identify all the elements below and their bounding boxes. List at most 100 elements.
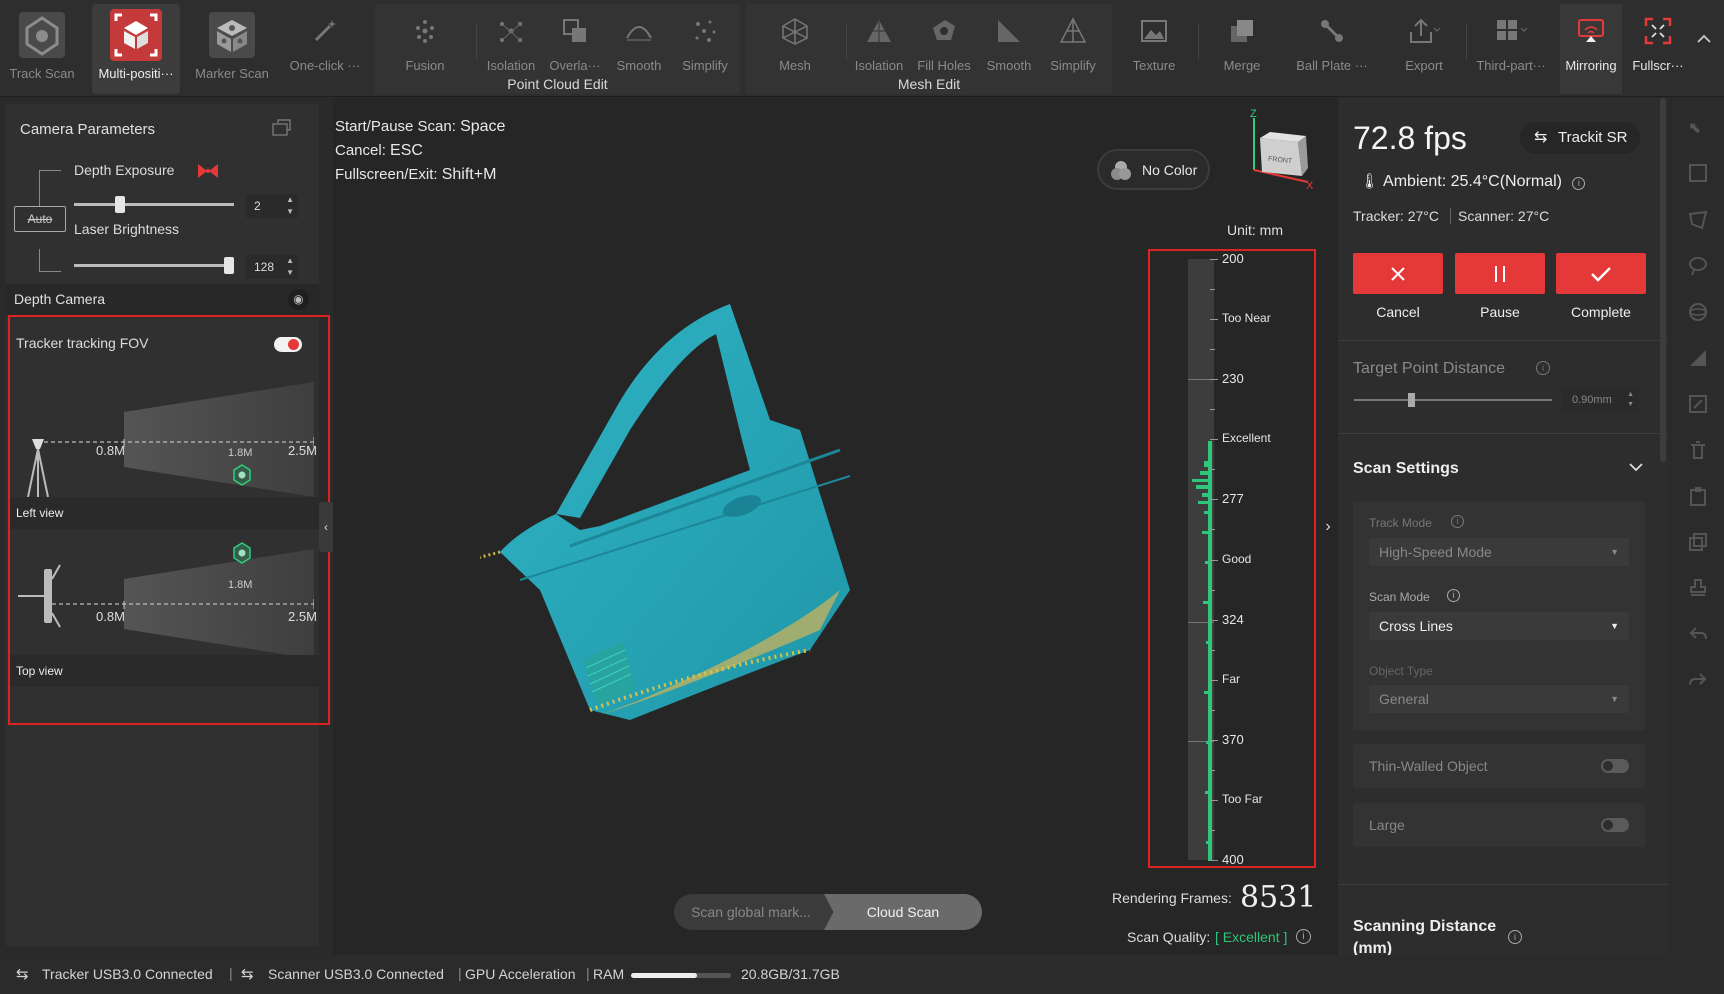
chevron-down-icon[interactable] <box>1628 460 1644 474</box>
distance-scale-tick <box>1210 739 1218 741</box>
ram-usage-bar <box>631 973 731 978</box>
collapse-toolbar-icon[interactable] <box>1696 30 1716 44</box>
scan-global-marker-tab[interactable]: Scan global mark... <box>674 894 828 930</box>
track-mode-select[interactable]: High-Speed Mode ▼ <box>1369 538 1629 566</box>
distance-scale-tick <box>1210 349 1215 351</box>
spin-arrows-icon[interactable]: ▲ ▼ <box>286 194 294 218</box>
sphere-select-icon[interactable] <box>1688 302 1708 322</box>
mesh-icon <box>769 4 821 58</box>
mesh-simplify-icon <box>1047 4 1099 58</box>
tracker-fov-toggle[interactable] <box>274 337 302 352</box>
distance-scale-tick <box>1210 589 1215 591</box>
bracket-line <box>39 170 61 171</box>
export-button[interactable]: Export <box>1396 4 1452 94</box>
fusion-icon <box>399 4 451 58</box>
multi-position-button[interactable]: Multi-positi··· <box>92 4 180 94</box>
plane-cut-icon[interactable] <box>1688 348 1708 368</box>
distance-mid-label: 1.8M <box>228 579 253 591</box>
isolation-icon <box>485 4 537 58</box>
cloud-scan-tab[interactable]: Cloud Scan <box>824 894 982 930</box>
distance-scale-label: Excellent <box>1222 431 1271 446</box>
scan-mode-switch: Scan global mark... Cloud Scan <box>674 894 982 930</box>
one-click-button[interactable]: One-click ··· <box>283 4 367 94</box>
depth-exposure-input[interactable]: 2 ▲ ▼ <box>246 194 298 218</box>
info-icon[interactable]: i <box>1536 361 1550 375</box>
target-point-slider[interactable] <box>1354 393 1552 407</box>
mirroring-button[interactable]: Mirroring <box>1560 4 1622 94</box>
texture-button[interactable]: Texture <box>1126 4 1182 94</box>
info-icon[interactable]: i <box>1572 177 1586 190</box>
popout-icon[interactable] <box>270 116 292 138</box>
ball-plate-button[interactable]: Ball Plate ··· <box>1288 4 1376 94</box>
trackit-device-badge[interactable]: ⇆ Trackit SR <box>1520 122 1640 154</box>
pause-scan-button[interactable] <box>1455 253 1545 294</box>
spin-arrows-icon[interactable]: ▲ ▼ <box>1627 390 1634 410</box>
large-label: Large <box>1369 817 1405 833</box>
complete-label: Complete <box>1571 304 1631 320</box>
tracker-status: Tracker USB3.0 Connected <box>42 966 213 982</box>
info-icon[interactable]: i <box>1508 930 1522 944</box>
complete-scan-button[interactable] <box>1556 253 1646 294</box>
large-toggle[interactable] <box>1601 818 1629 832</box>
orientation-cube[interactable]: Z X FRONT <box>1240 108 1320 192</box>
auto-toggle-button[interactable]: Auto <box>14 206 66 232</box>
distance-scale-tick <box>1210 860 1218 861</box>
delete-icon[interactable] <box>1688 440 1708 460</box>
fullscreen-button[interactable]: Fullscr··· <box>1626 4 1690 94</box>
edit-icon[interactable] <box>1688 394 1708 414</box>
top-view-diagram: 0.8M 1.8M 2.5M <box>14 529 317 664</box>
laser-brightness-slider[interactable] <box>74 257 234 274</box>
scan-mode-select[interactable]: Cross Lines ▼ <box>1369 612 1629 640</box>
info-icon[interactable]: i <box>1451 515 1464 528</box>
no-color-button[interactable]: No Color <box>1097 149 1210 190</box>
merge-button[interactable]: Merge <box>1214 4 1270 94</box>
status-divider: | <box>586 965 590 981</box>
undo-icon[interactable] <box>1688 624 1708 644</box>
target-point-input[interactable]: 0.90mm ▲ ▼ <box>1562 389 1638 411</box>
toggle-knob <box>288 339 299 350</box>
thin-walled-toggle[interactable] <box>1601 759 1629 773</box>
collapse-left-panel-icon[interactable]: ‹ <box>319 502 333 552</box>
cancel-scan-button[interactable] <box>1353 253 1443 294</box>
stamp-icon[interactable] <box>1688 578 1708 598</box>
lasso-icon[interactable] <box>1688 256 1708 276</box>
fullscreen-icon <box>1632 4 1684 58</box>
spin-arrows-icon[interactable]: ▲ ▼ <box>286 255 294 279</box>
scanned-car-door-model[interactable] <box>469 290 940 790</box>
dropdown-arrow-icon: ▼ <box>1610 621 1619 631</box>
distance-scale-tick <box>1210 709 1215 711</box>
object-type-select[interactable]: General ▼ <box>1369 685 1629 713</box>
third-party-button[interactable]: Third-part··· <box>1470 4 1552 94</box>
distance-scale-label: 230 <box>1222 371 1244 387</box>
distance-scale-tick <box>1210 769 1215 771</box>
rectangle-select-icon[interactable] <box>1689 164 1707 182</box>
grid-apps-icon <box>1485 4 1537 58</box>
slider-thumb[interactable] <box>114 196 125 213</box>
slider-thumb[interactable] <box>1408 393 1415 407</box>
pointer-icon[interactable]: ⬉ <box>1688 118 1708 138</box>
polygon-select-icon[interactable] <box>1688 210 1708 230</box>
clipboard-icon[interactable] <box>1688 486 1708 506</box>
main-toolbar: Track Scan Multi-positi··· Marker Scan O… <box>0 0 1724 97</box>
laser-brightness-input[interactable]: 128 ▲ ▼ <box>246 255 298 279</box>
distance-scale-tick <box>1210 799 1218 801</box>
eye-icon[interactable]: ◉ <box>288 289 309 310</box>
bracket-line <box>39 170 40 206</box>
collapse-right-panel-icon[interactable]: › <box>1318 502 1338 552</box>
copy-icon[interactable] <box>1688 532 1708 552</box>
distance-scale-label: Good <box>1222 551 1252 566</box>
info-icon[interactable]: i <box>1447 589 1460 602</box>
slider-thumb[interactable] <box>224 257 234 274</box>
tracker-fov-section: Tracker tracking FOV 0.8M 1.8M 2.5M Left… <box>8 315 330 725</box>
fill-holes-icon <box>918 4 970 58</box>
mesh-edit-label: Mesh Edit <box>897 76 961 92</box>
track-scan-button[interactable]: Track Scan <box>6 4 78 94</box>
info-icon[interactable]: i <box>1296 929 1311 944</box>
scan-mode-label: Scan Mode <box>1369 590 1430 604</box>
depth-exposure-slider[interactable] <box>74 196 234 213</box>
tracker-fov-label: Tracker tracking FOV <box>16 335 149 351</box>
redo-icon[interactable] <box>1688 670 1708 690</box>
right-panel-scrollbar[interactable] <box>1660 98 1666 462</box>
usb-connection-icon: ⇆ <box>16 966 29 983</box>
marker-scan-button[interactable]: Marker Scan <box>188 4 276 94</box>
